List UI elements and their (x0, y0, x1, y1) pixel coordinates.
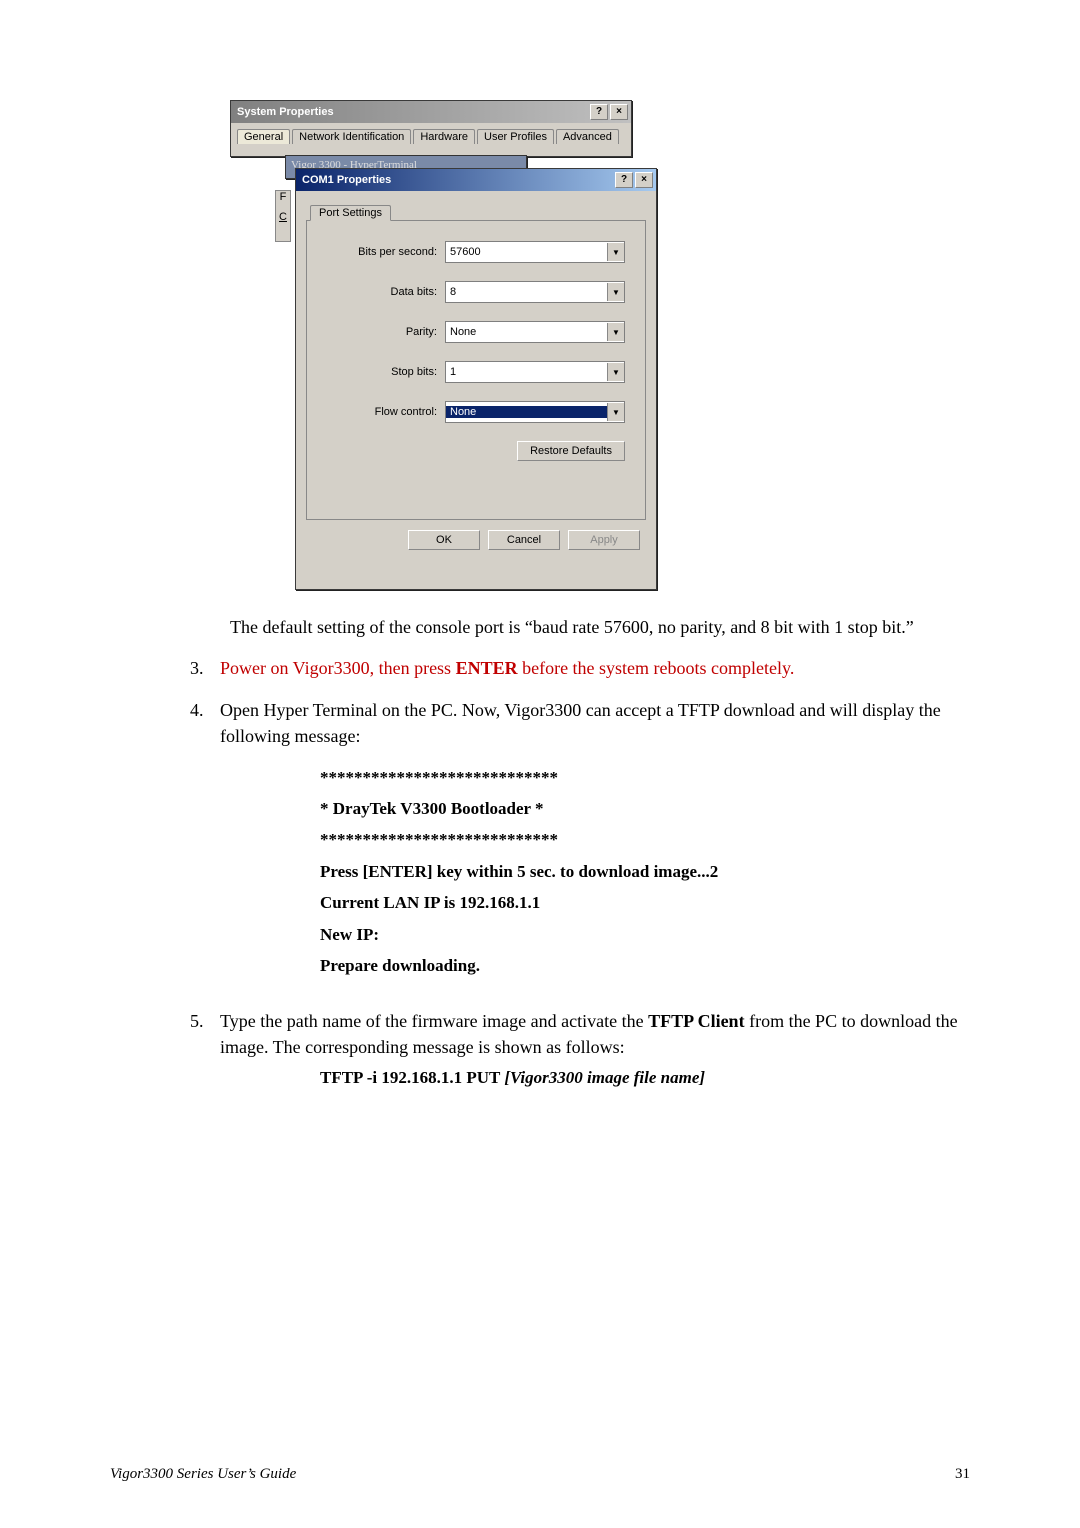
side-c: C (276, 211, 290, 223)
value-flow: None (446, 406, 607, 418)
step-4: 4. Open Hyper Terminal on the PC. Now, V… (190, 697, 970, 991)
label-parity: Parity: (327, 326, 445, 338)
label-databits: Data bits: (327, 286, 445, 298)
field-databits: Data bits: 8 ▼ (327, 281, 625, 303)
help-icon[interactable]: ? (615, 172, 633, 188)
console-output: **************************** * DrayTek V… (320, 762, 970, 982)
step-4-text: Open Hyper Terminal on the PC. Now, Vigo… (220, 700, 941, 746)
tab-general[interactable]: General (237, 129, 290, 144)
system-properties-dialog: System Properties ? × General Network Id… (230, 100, 632, 157)
tftp-command: TFTP -i 192.168.1.1 PUT [Vigor3300 image… (320, 1066, 970, 1091)
system-properties-tabs: General Network Identification Hardware … (231, 123, 631, 144)
tab-userprofiles[interactable]: User Profiles (477, 129, 554, 144)
field-parity: Parity: None ▼ (327, 321, 625, 343)
tab-network[interactable]: Network Identification (292, 129, 411, 144)
console-line-1: **************************** (320, 762, 970, 793)
field-bps: Bits per second: 57600 ▼ (327, 241, 625, 263)
chevron-down-icon[interactable]: ▼ (607, 403, 624, 421)
footer-page: 31 (955, 1466, 970, 1483)
console-line-2: * DrayTek V3300 Bootloader * (320, 793, 970, 824)
value-parity: None (446, 326, 607, 338)
step-4-num: 4. (190, 697, 220, 991)
console-line-3: **************************** (320, 824, 970, 855)
port-settings-panel: Bits per second: 57600 ▼ Data bits: 8 ▼ (306, 220, 646, 520)
step-3-body: Power on Vigor3300, then press ENTER bef… (220, 655, 970, 681)
select-flow[interactable]: None ▼ (445, 401, 625, 423)
apply-button[interactable]: Apply (568, 530, 640, 550)
footer-guide: Vigor3300 Series User’s Guide (110, 1466, 296, 1483)
restore-defaults-button[interactable]: Restore Defaults (517, 441, 625, 461)
system-properties-title: System Properties (234, 106, 588, 118)
select-bps[interactable]: 57600 ▼ (445, 241, 625, 263)
label-bps: Bits per second: (327, 246, 445, 258)
close-icon[interactable]: × (635, 172, 653, 188)
step-3-num: 3. (190, 655, 220, 681)
caption-default-setting: The default setting of the console port … (230, 615, 970, 639)
com1-title: COM1 Properties (299, 174, 613, 186)
value-stopbits: 1 (446, 366, 607, 378)
page-footer: Vigor3300 Series User’s Guide 31 (110, 1466, 970, 1483)
chevron-down-icon[interactable]: ▼ (607, 323, 624, 341)
step-5: 5. Type the path name of the firmware im… (190, 1008, 970, 1091)
console-line-4: Press [ENTER] key within 5 sec. to downl… (320, 856, 970, 887)
label-stopbits: Stop bits: (327, 366, 445, 378)
console-line-5: Current LAN IP is 192.168.1.1 (320, 887, 970, 918)
select-stopbits[interactable]: 1 ▼ (445, 361, 625, 383)
dialog-stack: System Properties ? × General Network Id… (230, 100, 650, 590)
tab-hardware[interactable]: Hardware (413, 129, 475, 144)
com1-titlebar: COM1 Properties ? × (296, 169, 656, 191)
side-tab: F C (275, 190, 291, 242)
system-properties-titlebar: System Properties ? × (231, 101, 631, 123)
chevron-down-icon[interactable]: ▼ (607, 363, 624, 381)
value-bps: 57600 (446, 246, 607, 258)
tab-advanced[interactable]: Advanced (556, 129, 619, 144)
chevron-down-icon[interactable]: ▼ (607, 243, 624, 261)
value-databits: 8 (446, 286, 607, 298)
field-stopbits: Stop bits: 1 ▼ (327, 361, 625, 383)
label-flow: Flow control: (327, 406, 445, 418)
chevron-down-icon[interactable]: ▼ (607, 283, 624, 301)
ok-button[interactable]: OK (408, 530, 480, 550)
select-databits[interactable]: 8 ▼ (445, 281, 625, 303)
field-flow: Flow control: None ▼ (327, 401, 625, 423)
close-icon[interactable]: × (610, 104, 628, 120)
step-3: 3. Power on Vigor3300, then press ENTER … (190, 655, 970, 681)
side-f: F (276, 191, 290, 203)
com1-properties-dialog: COM1 Properties ? × Port Settings Bits p… (295, 168, 657, 590)
select-parity[interactable]: None ▼ (445, 321, 625, 343)
help-icon[interactable]: ? (590, 104, 608, 120)
tab-port-settings[interactable]: Port Settings (310, 205, 391, 221)
console-line-6: New IP: (320, 919, 970, 950)
step-5-num: 5. (190, 1008, 220, 1091)
cancel-button[interactable]: Cancel (488, 530, 560, 550)
dialog-buttons: OK Cancel Apply (306, 520, 646, 556)
console-line-7: Prepare downloading. (320, 950, 970, 981)
